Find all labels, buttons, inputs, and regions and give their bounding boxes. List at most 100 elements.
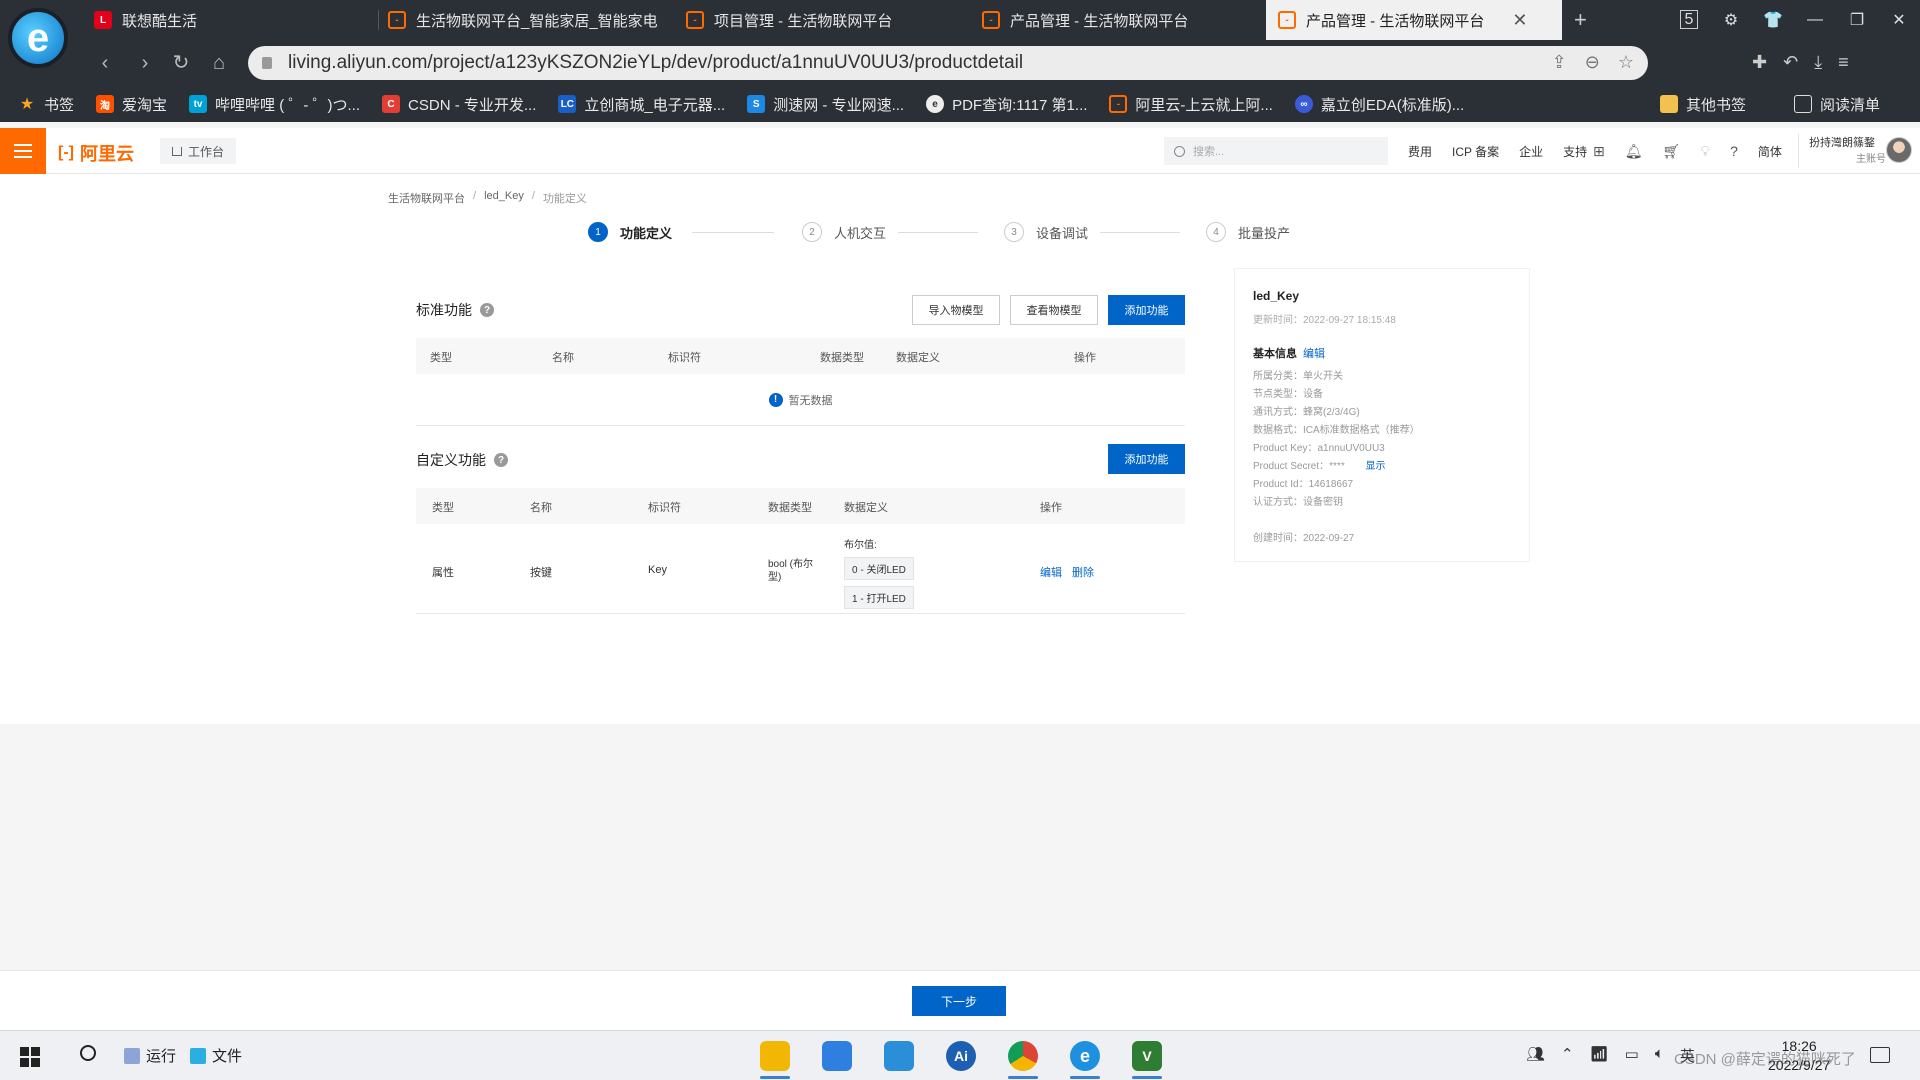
menu-icon[interactable]: ≡ xyxy=(1838,52,1849,73)
run-button[interactable]: 运行 xyxy=(124,1045,176,1066)
help-icon[interactable]: ? xyxy=(480,303,494,317)
bookmark-item[interactable]: - 阿里云-上云就上阿... xyxy=(1109,94,1273,115)
system-tray: 👥︎ ⌃ 📶︎ ▭ 🔈︎ 英 xyxy=(1526,1045,1695,1066)
cart-icon[interactable]: 🛒︎ xyxy=(1663,143,1681,160)
bookmark-item[interactable]: e PDF查询:1117 第1... xyxy=(926,94,1087,115)
taskbar-app[interactable] xyxy=(816,1035,858,1077)
delete-link[interactable]: 删除 xyxy=(1072,564,1094,580)
taskbar-app[interactable] xyxy=(754,1035,796,1079)
lcsc-icon: LC xyxy=(558,95,577,113)
nav-link-billing[interactable]: 费用 xyxy=(1408,143,1432,160)
bookmark-item[interactable]: tv 哔哩哔哩 ( ゜- ゜)つ... xyxy=(189,94,360,115)
bookmarks-bar: ★ 书签 淘爱淘宝 tv 哔哩哔哩 ( ゜- ゜)つ... C CSDN - 专业开发… xyxy=(0,86,1920,122)
folder-icon xyxy=(1659,95,1678,113)
minimize-icon[interactable]: — xyxy=(1794,11,1836,29)
step-1[interactable]: 1 功能定义 xyxy=(588,222,672,242)
breadcrumb-item[interactable]: 生活物联网平台 xyxy=(388,190,465,206)
edit-link[interactable]: 编辑 xyxy=(1040,564,1062,580)
tab-3[interactable]: - 项目管理 - 生活物联网平台 xyxy=(674,0,970,40)
lightbulb-icon[interactable]: 💡︎ xyxy=(1700,143,1710,160)
help-icon[interactable]: ? xyxy=(1730,143,1738,159)
back-icon[interactable]: ‹ xyxy=(92,50,118,76)
taskbar-app[interactable]: e xyxy=(1064,1035,1106,1079)
info-data-format: 数据格式：ICA标准数据格式（推荐） xyxy=(1253,425,1420,436)
extension-icon[interactable]: ⚙ xyxy=(1710,10,1752,30)
url-field[interactable]: living.aliyun.com/project/a123yKSZON2ieY… xyxy=(248,46,1648,80)
breadcrumb-item[interactable]: led_Key xyxy=(484,190,524,206)
taskbar-app[interactable] xyxy=(1002,1035,1044,1079)
bell-icon[interactable]: 🔔︎ xyxy=(1625,143,1643,160)
favorite-star-icon[interactable]: ☆ xyxy=(1618,52,1634,73)
tab-2[interactable]: - 生活物联网平台_智能家居_智能家电 xyxy=(376,0,672,40)
browser-e-icon: e xyxy=(1070,1041,1100,1071)
add-custom-function-button[interactable]: 添加功能 xyxy=(1108,444,1185,474)
step-3[interactable]: 3 设备调试 xyxy=(1004,222,1088,242)
browser-logo-icon[interactable]: e xyxy=(8,8,68,68)
home-icon[interactable]: ⌂ xyxy=(206,50,232,76)
close-tab-icon[interactable]: ✕ xyxy=(1512,10,1527,31)
battery-icon[interactable]: ▭ xyxy=(1625,1045,1639,1066)
forward-icon[interactable]: › xyxy=(132,50,158,76)
windows-start-icon[interactable] xyxy=(20,1047,40,1067)
bookmark-item[interactable]: ★ 书签 xyxy=(18,94,74,115)
tab-1[interactable]: L 联想酷生活 xyxy=(82,0,382,40)
skin-icon[interactable]: 👕 xyxy=(1752,10,1794,30)
search-input[interactable]: 搜索... xyxy=(1164,137,1388,165)
edit-basic-info-link[interactable]: 编辑 xyxy=(1303,348,1325,360)
share-icon[interactable]: ⇪ xyxy=(1552,52,1567,73)
wifi-icon[interactable]: 📶︎ xyxy=(1590,1045,1609,1066)
tab-title: 生活物联网平台_智能家居_智能家电 xyxy=(416,12,658,30)
app-icon[interactable]: ⊞ xyxy=(1593,143,1605,160)
reload-icon[interactable]: ↻ xyxy=(168,50,194,76)
tab-5-active[interactable]: - 产品管理 - 生活物联网平台 ✕ xyxy=(1266,0,1562,40)
info-product-key: Product Key：a1nnuUV0UU3 xyxy=(1253,443,1385,454)
workbench-button[interactable]: 工作台 xyxy=(160,138,237,164)
undo-icon[interactable]: ↶ xyxy=(1783,52,1798,73)
people-icon[interactable]: 👥︎ xyxy=(1526,1045,1545,1066)
files-button[interactable]: 文件 xyxy=(190,1045,242,1066)
row-name: 按键 xyxy=(530,567,552,579)
nav-link-icp[interactable]: ICP 备案 xyxy=(1452,143,1499,160)
zoom-icon[interactable]: ⊖ xyxy=(1585,52,1600,73)
notification-icon[interactable] xyxy=(1870,1047,1890,1063)
breadcrumb: 生活物联网平台 / led_Key / 功能定义 xyxy=(388,190,587,206)
taskbar-app[interactable]: V xyxy=(1126,1035,1168,1079)
new-tab-button[interactable]: + xyxy=(1562,0,1602,40)
download-icon[interactable]: ⤓ xyxy=(1814,52,1822,73)
import-model-button[interactable]: 导入物模型 xyxy=(912,295,1000,325)
volume-icon[interactable]: 🔈︎ xyxy=(1655,1045,1664,1066)
language-switch[interactable]: 简体 xyxy=(1758,143,1782,160)
add-standard-function-button[interactable]: 添加功能 xyxy=(1108,295,1185,325)
extensions-icon[interactable]: ✚ xyxy=(1752,52,1767,73)
reading-list[interactable]: 阅读清单 xyxy=(1793,94,1880,115)
help-icon[interactable]: ? xyxy=(494,453,508,467)
close-window-icon[interactable]: ✕ xyxy=(1878,10,1920,30)
show-secret-link[interactable]: 显示 xyxy=(1366,461,1386,472)
bookmark-item[interactable]: C CSDN - 专业开发... xyxy=(382,94,536,115)
taskbar-app[interactable]: Ai xyxy=(940,1035,982,1077)
avatar[interactable] xyxy=(1886,137,1912,163)
table-row: 属性 按键 Key bool (布尔型) 布尔值: 0 - 关闭LED 1 - … xyxy=(416,524,1185,614)
nav-link-enterprise[interactable]: 企业 xyxy=(1519,143,1543,160)
nav-link-support[interactable]: 支持 xyxy=(1563,143,1587,160)
chevron-up-icon[interactable]: ⌃ xyxy=(1561,1045,1574,1066)
step-4[interactable]: 4 批量投产 xyxy=(1206,222,1290,242)
other-bookmarks[interactable]: 其他书签 xyxy=(1659,94,1746,115)
step-2[interactable]: 2 人机交互 xyxy=(802,222,886,242)
user-menu[interactable]: 扮持灣朗篠鍪 主账号 xyxy=(1798,134,1920,168)
bookmark-item[interactable]: LC 立创商城_电子元器... xyxy=(558,94,725,115)
view-model-button[interactable]: 查看物模型 xyxy=(1010,295,1098,325)
taskbar-app[interactable] xyxy=(878,1035,920,1077)
search-icon[interactable] xyxy=(80,1045,96,1061)
watermark: CSDN @薛定谔的猫咪死了 xyxy=(1674,1051,1856,1068)
tab-4[interactable]: - 产品管理 - 生活物联网平台 xyxy=(970,0,1266,40)
product-name: led_Key xyxy=(1253,289,1300,303)
bookmark-item[interactable]: 淘爱淘宝 xyxy=(96,94,167,115)
aliyun-logo[interactable]: [-] 阿里云 xyxy=(58,140,134,166)
maximize-icon[interactable]: ❐ xyxy=(1836,10,1878,30)
next-step-button[interactable]: 下一步 xyxy=(912,986,1006,1016)
tab-count-icon[interactable]: 5 xyxy=(1668,10,1710,29)
hamburger-menu-button[interactable] xyxy=(0,128,46,174)
bookmark-item[interactable]: ∞ 嘉立创EDA(标准版)... xyxy=(1294,94,1464,115)
bookmark-item[interactable]: S 测速网 - 专业网速... xyxy=(747,94,904,115)
